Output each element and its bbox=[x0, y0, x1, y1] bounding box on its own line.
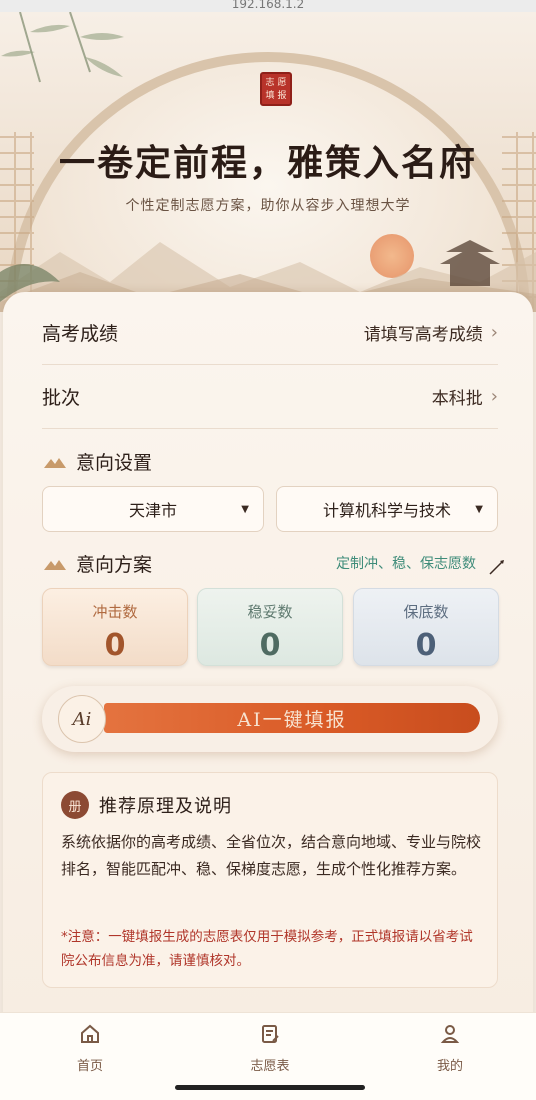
document-edit-icon bbox=[262, 1025, 279, 1043]
chevron-right-icon: › bbox=[490, 321, 498, 343]
nav-volunteer-table[interactable]: 志愿表 bbox=[225, 1023, 315, 1074]
intent-plan-heading: 意向方案 bbox=[44, 550, 152, 577]
info-heading: 册 推荐原理及说明 bbox=[61, 791, 232, 819]
book-icon: 册 bbox=[61, 791, 89, 819]
ai-fill-button[interactable]: AI一键填报 Ai bbox=[42, 686, 498, 752]
home-icon bbox=[81, 1024, 99, 1043]
mountain-icon bbox=[44, 559, 66, 570]
divider bbox=[42, 364, 498, 365]
info-title: 推荐原理及说明 bbox=[99, 796, 232, 817]
score-row[interactable]: 高考成绩 请填写高考成绩 › bbox=[42, 312, 498, 352]
score-value[interactable]: 请填写高考成绩 › bbox=[364, 320, 498, 345]
nav-home[interactable]: 首页 bbox=[45, 1023, 135, 1074]
recommendation-info: 册 推荐原理及说明 系统依据你的高考成绩、全省位次，结合意向地域、专业与院校排名… bbox=[42, 772, 498, 988]
hero-banner: 志愿 填报 一卷定前程，雅策入名府 个性定制志愿方案，助你从容步入理想大学 bbox=[0, 12, 536, 312]
caret-down-icon: ▼ bbox=[475, 503, 483, 515]
region-select[interactable]: 天津市 ▼ bbox=[42, 486, 264, 532]
bamboo-decoration bbox=[1, 12, 124, 83]
batch-row[interactable]: 批次 本科批 › bbox=[42, 376, 498, 416]
batch-label: 批次 bbox=[42, 386, 81, 409]
nav-profile[interactable]: 我的 bbox=[405, 1023, 495, 1074]
stat-rush[interactable]: 冲击数 0 bbox=[42, 588, 188, 666]
seal-stamp: 志愿 填报 bbox=[260, 72, 292, 106]
ai-badge-icon: Ai bbox=[58, 695, 106, 743]
browser-url[interactable]: 192.168.1.2 bbox=[0, 0, 536, 12]
hero-title: 一卷定前程，雅策入名府 bbox=[58, 142, 477, 184]
stat-safe[interactable]: 保底数 0 bbox=[353, 588, 499, 666]
score-label: 高考成绩 bbox=[42, 322, 119, 345]
intent-plan-hint[interactable]: 定制冲、稳、保志愿数 bbox=[336, 553, 476, 573]
home-indicator bbox=[175, 1085, 365, 1090]
stat-stable[interactable]: 稳妥数 0 bbox=[197, 588, 343, 666]
batch-value[interactable]: 本科批 › bbox=[432, 384, 498, 409]
info-body: 系统依据你的高考成绩、全省位次，结合意向地域、专业与院校排名，智能匹配冲、稳、保… bbox=[61, 833, 482, 878]
major-select[interactable]: 计算机科学与技术 ▼ bbox=[276, 486, 498, 532]
divider bbox=[42, 428, 498, 429]
caret-down-icon: ▼ bbox=[241, 503, 249, 515]
user-icon bbox=[440, 1025, 460, 1043]
intent-settings-heading: 意向设置 bbox=[44, 448, 152, 475]
chevron-right-icon: › bbox=[490, 385, 498, 407]
info-note: *注意：一键填报生成的志愿表仅用于模拟参考，正式填报请以省考试院公布信息为准，请… bbox=[61, 929, 473, 969]
mountain-icon bbox=[44, 457, 66, 468]
ai-fill-label: AI一键填报 bbox=[104, 703, 480, 733]
brush-icon[interactable] bbox=[488, 558, 506, 576]
